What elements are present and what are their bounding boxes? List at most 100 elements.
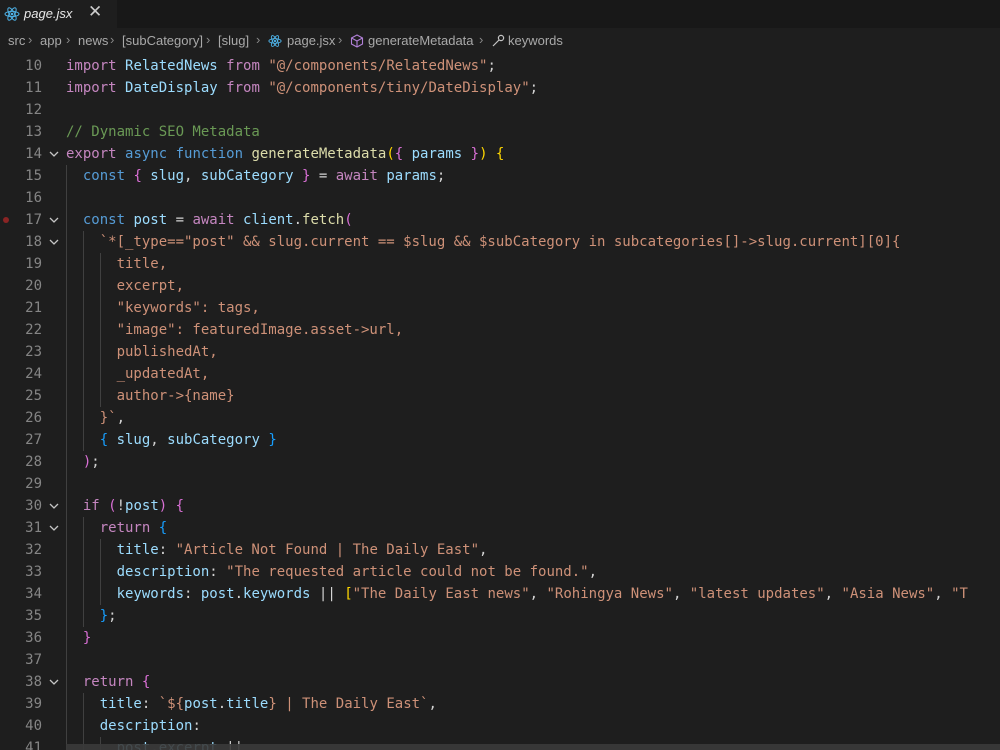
code-line[interactable]: 20 excerpt,	[0, 275, 1000, 297]
chevron-down-icon[interactable]	[48, 143, 62, 165]
code-text: if (!post) {	[66, 495, 184, 517]
code-token: ,	[934, 586, 952, 602]
breadcrumb-item-keywords[interactable]: keywords	[508, 33, 563, 48]
breadcrumb-item-file[interactable]: page.jsx	[287, 33, 335, 48]
code-line[interactable]: 37	[0, 649, 1000, 671]
code-text: author->{name}	[66, 385, 235, 407]
chevron-down-icon[interactable]	[48, 495, 62, 517]
line-number: 35	[25, 608, 42, 624]
code-token: import	[66, 80, 126, 96]
code-token: :	[192, 718, 201, 734]
code-text: _updatedAt,	[66, 363, 210, 385]
code-line[interactable]: 14 export async function generateMetadata…	[0, 143, 1000, 165]
breadcrumb-item-src[interactable]: src	[8, 33, 25, 48]
code-text: keywords: post.keywords || ["The Daily E…	[66, 583, 968, 605]
code-line[interactable]: 12	[0, 99, 1000, 121]
code-token: title	[66, 696, 142, 712]
code-token: "@/components/tiny/DateDisplay"	[268, 80, 530, 96]
code-token: subCategory	[200, 168, 303, 184]
breadcrumb-item-subcategory[interactable]: [subCategory]	[122, 33, 203, 48]
code-line[interactable]: 35 };	[0, 605, 1000, 627]
code-token: :	[209, 564, 227, 580]
close-icon[interactable]: ✕	[88, 2, 102, 22]
code-token: post	[200, 586, 235, 602]
code-token: subCategory	[167, 432, 269, 448]
tab-page-jsx[interactable]: page.jsx ✕	[0, 0, 117, 28]
cube-icon	[350, 34, 364, 48]
line-number: 38	[25, 674, 42, 690]
code-line[interactable]: 15 const { slug, subCategory } = await p…	[0, 165, 1000, 187]
code-line[interactable]: 11 import DateDisplay from "@/components/…	[0, 77, 1000, 99]
breadcrumb-item-function[interactable]: generateMetadata	[368, 33, 474, 48]
chevron-right-icon: ›	[66, 32, 71, 47]
code-token: post	[133, 212, 176, 228]
code-token: )	[158, 498, 176, 514]
code-line[interactable]: 16	[0, 187, 1000, 209]
code-line[interactable]: 25 author->{name}	[0, 385, 1000, 407]
code-token: ,	[428, 696, 437, 712]
code-line[interactable]: 22 "image": featuredImage.asset->url,	[0, 319, 1000, 341]
code-token: {	[66, 432, 117, 448]
code-token: .	[217, 696, 227, 712]
code-token: title	[226, 696, 269, 712]
code-line[interactable]: 32 title: "Article Not Found | The Daily…	[0, 539, 1000, 561]
breadcrumb-item-app[interactable]: app	[40, 33, 62, 48]
indent-guide	[82, 693, 84, 750]
code-line[interactable]: 33 description: "The requested article c…	[0, 561, 1000, 583]
code-token: {	[495, 146, 505, 162]
code-token: ,	[672, 586, 690, 602]
indent-guide	[99, 539, 101, 605]
code-line[interactable]: 10 import RelatedNews from "@/components/…	[0, 55, 1000, 77]
code-text: publishedAt,	[66, 341, 218, 363]
code-editor[interactable]: 10 import RelatedNews from "@/components/…	[0, 53, 1000, 750]
code-line[interactable]: 13 // Dynamic SEO Metadata	[0, 121, 1000, 143]
code-text: };	[66, 605, 117, 627]
code-text: "image": featuredImage.asset->url,	[66, 319, 404, 341]
indent-guide	[82, 231, 84, 451]
code-line[interactable]: 18 `*[_type=="post" && slug.current == $…	[0, 231, 1000, 253]
breadcrumb-item-slug[interactable]: [slug]	[218, 33, 249, 48]
code-token: const	[66, 168, 134, 184]
code-token: author->{name}	[66, 388, 235, 404]
code-token: .	[234, 586, 244, 602]
horizontal-scrollbar[interactable]	[66, 744, 1000, 750]
code-token: ,	[824, 586, 842, 602]
code-line[interactable]: 36 }	[0, 627, 1000, 649]
chevron-down-icon[interactable]	[48, 517, 62, 539]
chevron-down-icon[interactable]	[48, 231, 62, 253]
code-line[interactable]: 31 return {	[0, 517, 1000, 539]
code-text: title,	[66, 253, 168, 275]
code-token: ,	[150, 432, 168, 448]
code-line[interactable]: 24 _updatedAt,	[0, 363, 1000, 385]
chevron-down-icon[interactable]	[48, 209, 62, 231]
code-line[interactable]: 17 const post = await client.fetch(	[0, 209, 1000, 231]
code-line[interactable]: 40 description:	[0, 715, 1000, 737]
code-line[interactable]: 26 }`,	[0, 407, 1000, 429]
code-text: );	[66, 451, 100, 473]
line-number: 33	[25, 564, 42, 580]
code-line[interactable]: 30 if (!post) {	[0, 495, 1000, 517]
breadcrumb-item-news[interactable]: news	[78, 33, 108, 48]
line-number: 37	[25, 652, 42, 668]
line-number: 19	[25, 256, 42, 272]
code-line[interactable]: 21 "keywords": tags,	[0, 297, 1000, 319]
code-line[interactable]: 39 title: `${post.title} | The Daily Eas…	[0, 693, 1000, 715]
chevron-down-icon[interactable]	[48, 671, 62, 693]
line-number: 28	[25, 454, 42, 470]
code-token: post	[184, 696, 218, 712]
code-token: title,	[66, 256, 168, 272]
code-token: ;	[108, 608, 117, 624]
code-line[interactable]: 28 );	[0, 451, 1000, 473]
code-token: )	[66, 454, 92, 470]
indent-guide	[99, 253, 101, 407]
code-token: {	[175, 498, 185, 514]
code-line[interactable]: 29	[0, 473, 1000, 495]
line-number: 15	[25, 168, 42, 184]
code-text: // Dynamic SEO Metadata	[66, 121, 260, 143]
code-line[interactable]: 23 publishedAt,	[0, 341, 1000, 363]
code-line[interactable]: 38 return {	[0, 671, 1000, 693]
code-line[interactable]: 27 { slug, subCategory }	[0, 429, 1000, 451]
code-line[interactable]: 19 title,	[0, 253, 1000, 275]
code-line[interactable]: 34 keywords: post.keywords || ["The Dail…	[0, 583, 1000, 605]
code-token: [	[344, 586, 353, 602]
